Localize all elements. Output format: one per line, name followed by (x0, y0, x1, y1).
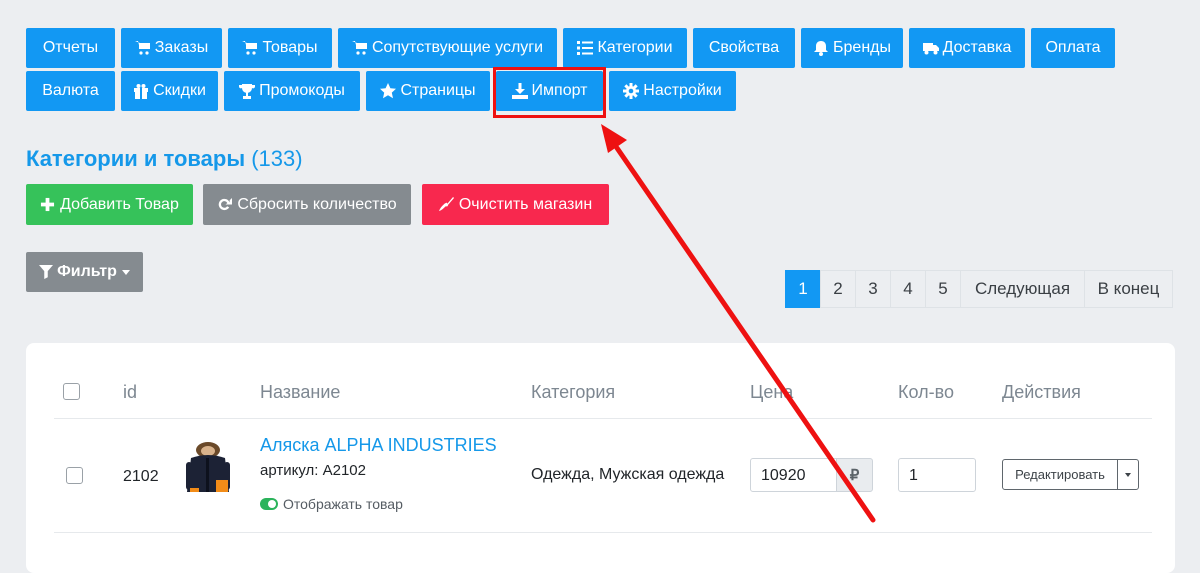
row-checkbox[interactable] (66, 467, 83, 484)
clear-store-label: Очистить магазин (458, 195, 593, 213)
nav-label: Доставка (942, 39, 1012, 56)
products-count: (133) (251, 146, 303, 171)
page-4-button[interactable]: 4 (890, 270, 926, 308)
nav-label: Страницы (400, 82, 476, 99)
nav-discounts-button[interactable]: Скидки (121, 71, 218, 111)
nav-label: Отчеты (42, 39, 99, 56)
pagination: 1 2 3 4 5 Следующая В конец (785, 270, 1173, 308)
nav-label: Категории (597, 39, 673, 56)
gear-icon (623, 83, 640, 99)
nav-products-button[interactable]: Товары (228, 28, 332, 68)
add-product-label: Добавить Товар (60, 195, 179, 213)
nav-brands-button[interactable]: Бренды (801, 28, 903, 68)
currency-addon: ₽ (836, 458, 873, 492)
reset-quantity-button[interactable]: Сбросить количество (203, 184, 411, 225)
nav-label: Бренды (833, 39, 891, 56)
edit-product-button[interactable]: Редактировать (1002, 459, 1118, 490)
filter-icon (39, 265, 54, 279)
plus-icon (41, 197, 55, 212)
header-category: Категория (531, 382, 616, 402)
cart-icon (242, 41, 258, 55)
reset-quantity-label: Сбросить количество (237, 195, 397, 213)
nav-label: Скидки (153, 82, 206, 99)
nav-label: Заказы (154, 39, 209, 56)
add-product-button[interactable]: Добавить Товар (26, 184, 193, 225)
truck-icon (922, 43, 939, 55)
import-highlight-box (493, 67, 606, 118)
nav-label: Оплата (1045, 39, 1101, 56)
header-qty: Кол-во (898, 382, 954, 402)
nav-label: Настройки (643, 82, 722, 99)
nav-label: Валюта (42, 82, 99, 99)
nav-label: Сопутствующие услуги (371, 39, 544, 56)
edit-dropdown-toggle[interactable] (1117, 459, 1139, 490)
product-name-link[interactable]: Аляска ALPHA INDUSTRIES (260, 435, 497, 456)
filter-label: Фильтр (57, 263, 117, 280)
price-input[interactable]: 10920 (750, 458, 837, 492)
header-price: Цена (750, 382, 794, 402)
select-all-checkbox[interactable] (63, 383, 80, 400)
nav-label: Свойства (708, 39, 780, 56)
nav-reports-button[interactable]: Отчеты (26, 28, 115, 68)
header-name: Название (260, 382, 341, 402)
nav-properties-button[interactable]: Свойства (693, 28, 795, 68)
caret-down-icon (121, 269, 130, 275)
nav-label: Промокоды (259, 82, 345, 99)
visibility-label: Отображать товар (283, 496, 403, 512)
refresh-icon (219, 197, 233, 211)
quantity-input[interactable]: 1 (898, 458, 976, 492)
product-sku: артикул: A2102 (260, 462, 366, 479)
nav-promocodes-button[interactable]: Промокоды (224, 71, 360, 111)
broom-icon (438, 197, 454, 212)
page-1-button[interactable]: 1 (785, 270, 821, 308)
nav-label: Товары (262, 39, 318, 56)
star-icon (380, 83, 397, 99)
page-title-text: Категории и товары (26, 146, 246, 171)
page-2-button[interactable]: 2 (820, 270, 856, 308)
product-id: 2102 (123, 468, 159, 485)
nav-row-2: Валюта Скидки Промокоды Страницы Импорт … (26, 71, 742, 111)
gift-icon (134, 84, 149, 99)
nav-settings-button[interactable]: Настройки (609, 71, 736, 111)
trophy-icon (239, 84, 256, 99)
product-thumbnail[interactable] (183, 440, 233, 500)
header-actions: Действия (1002, 382, 1081, 402)
bell-icon (814, 41, 829, 56)
header-id: id (123, 382, 138, 402)
list-icon (577, 41, 594, 55)
nav-services-button[interactable]: Сопутствующие услуги (338, 28, 557, 68)
visibility-toggle[interactable] (260, 498, 278, 510)
clear-store-button[interactable]: Очистить магазин (422, 184, 609, 225)
next-page-button[interactable]: Следующая (960, 270, 1085, 308)
header-divider (54, 418, 1152, 419)
nav-categories-button[interactable]: Категории (563, 28, 687, 68)
nav-pages-button[interactable]: Страницы (366, 71, 490, 111)
page-title: Категории и товары (133) (26, 146, 303, 172)
page-3-button[interactable]: 3 (855, 270, 891, 308)
nav-payment-button[interactable]: Оплата (1031, 28, 1115, 68)
cart-icon (134, 41, 150, 55)
nav-row-1: Отчеты Заказы Товары Сопутствующие услуг… (26, 28, 1121, 68)
nav-delivery-button[interactable]: Доставка (909, 28, 1025, 68)
filter-dropdown-button[interactable]: Фильтр (26, 252, 143, 292)
row-divider (54, 532, 1152, 533)
product-category: Одежда, Мужская одежда (531, 466, 725, 483)
nav-currency-button[interactable]: Валюта (26, 71, 115, 111)
last-page-button[interactable]: В конец (1084, 270, 1173, 308)
cart-icon (351, 41, 367, 55)
page-5-button[interactable]: 5 (925, 270, 961, 308)
nav-orders-button[interactable]: Заказы (121, 28, 222, 68)
caret-down-icon (1125, 472, 1131, 477)
